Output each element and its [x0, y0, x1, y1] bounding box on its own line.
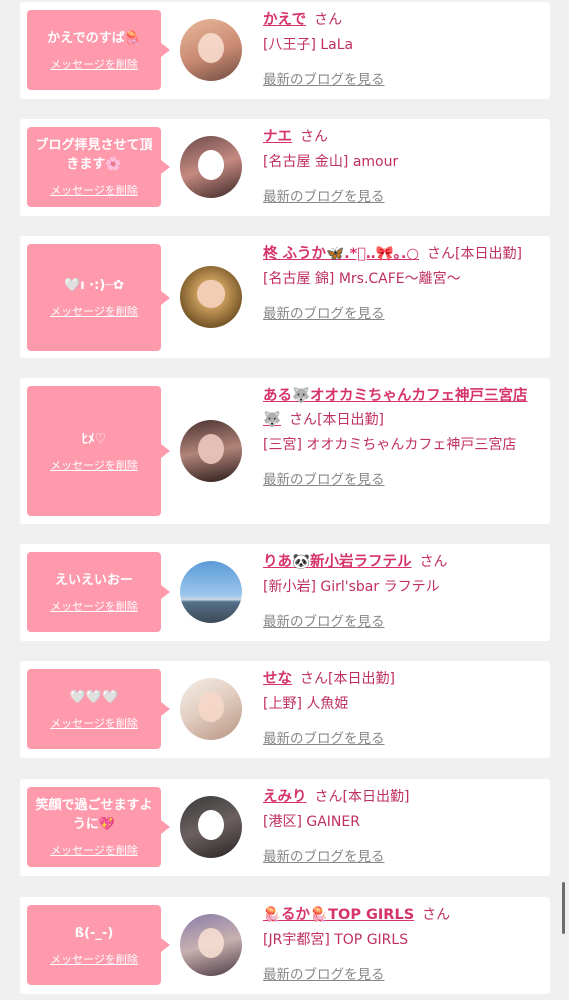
shop-name: [三宮] オオカミちゃんカフェ神戸三宮店: [263, 437, 517, 453]
shop-name: [JR宇都宮] TOP GIRLS: [263, 932, 409, 948]
message-bubble: えいえいおー メッセージを削除: [27, 552, 170, 632]
list-item: ﾋﾒ♡ メッセージを削除 ある🐺オオカミちゃんカフェ神戸三宮店🐺 さん[本日出勤]…: [20, 378, 550, 524]
shop-name: [八王子] LaLa: [263, 37, 354, 53]
message-text: ß(-_-): [74, 925, 114, 941]
shop-name: [名古屋 錦] Mrs.CAFE〜離宮〜: [263, 271, 461, 287]
profile-name-link[interactable]: ナエ: [263, 129, 292, 145]
list-item: 🤍🤍🤍 メッセージを削除 せな さん[本日出勤] [上野] 人魚姫 最新のブログを…: [20, 661, 550, 758]
message-bubble: 🤍🤍🤍 メッセージを削除: [27, 669, 170, 749]
profile-info: 🪼るか🪼TOP GIRLS さん [JR宇都宮] TOP GIRLS 最新のブログ…: [263, 903, 545, 987]
latest-blog-link[interactable]: 最新のブログを見る: [263, 727, 545, 751]
delete-message-link[interactable]: メッセージを削除: [50, 303, 138, 319]
shop-name: [新小岩] Girl'sbar ラフテル: [263, 579, 440, 595]
profile-info: えみり さん[本日出勤] [港区] GAINER 最新のブログを見る: [263, 785, 545, 869]
honorific: さん: [422, 907, 451, 923]
honorific: さん: [289, 412, 318, 428]
attendance-status: [本日出勤]: [455, 246, 522, 262]
attendance-status: [本日出勤]: [317, 412, 384, 428]
profile-info: かえで さん [八王子] LaLa 最新のブログを見る: [263, 8, 545, 92]
avatar[interactable]: [180, 266, 242, 328]
avatar[interactable]: [180, 678, 242, 740]
list-item: 🤍ı ·:)┈✿ メッセージを削除 柊 ふうか🦋.*ﾟ‥🎀｡.○ さん[本日出勤]…: [20, 236, 550, 358]
avatar[interactable]: [180, 561, 242, 623]
list-item: かえでのすば🪼 メッセージを削除 かえで さん [八王子] LaLa 最新のブログ…: [20, 2, 550, 99]
avatar[interactable]: [180, 796, 242, 858]
profile-info: りあ🐼新小岩ラフテル さん [新小岩] Girl'sbar ラフテル 最新のブログ…: [263, 550, 545, 634]
profile-name-link[interactable]: 🪼るか🪼TOP GIRLS: [263, 907, 414, 923]
profile-info: せな さん[本日出勤] [上野] 人魚姫 最新のブログを見る: [263, 667, 545, 751]
message-text: えいえいおー: [54, 572, 133, 588]
avatar-face: [198, 434, 224, 464]
attendance-status: [本日出勤]: [328, 671, 395, 687]
latest-blog-link[interactable]: 最新のブログを見る: [263, 610, 545, 634]
avatar[interactable]: [180, 420, 242, 482]
avatar-face: [198, 150, 224, 180]
delete-message-link[interactable]: メッセージを削除: [50, 598, 138, 614]
latest-blog-link[interactable]: 最新のブログを見る: [263, 963, 545, 987]
message-list: かえでのすば🪼 メッセージを削除 かえで さん [八王子] LaLa 最新のブログ…: [0, 0, 569, 1000]
honorific: さん: [314, 12, 343, 28]
delete-message-link[interactable]: メッセージを削除: [50, 951, 138, 967]
profile-name-link[interactable]: 柊 ふうか🦋.*ﾟ‥🎀｡.○: [263, 246, 419, 262]
list-item: ß(-_-) メッセージを削除 🪼るか🪼TOP GIRLS さん [JR宇都宮] …: [20, 897, 550, 994]
delete-message-link[interactable]: メッセージを削除: [50, 715, 138, 731]
message-bubble: ﾋﾒ♡ メッセージを削除: [27, 386, 170, 516]
profile-name-link[interactable]: せな: [263, 671, 292, 687]
shop-name: [上野] 人魚姫: [263, 696, 349, 712]
message-bubble: 🤍ı ·:)┈✿ メッセージを削除: [27, 244, 170, 351]
avatar-face: [198, 33, 224, 63]
list-item: 笑顔で過ごせますように💖 メッセージを削除 えみり さん[本日出勤] [港区] G…: [20, 779, 550, 876]
delete-message-link[interactable]: メッセージを削除: [50, 457, 138, 473]
shop-name: [港区] GAINER: [263, 814, 360, 830]
profile-info: ある🐺オオカミちゃんカフェ神戸三宮店🐺 さん[本日出勤] [三宮] オオカミちゃん…: [263, 384, 545, 492]
delete-message-link[interactable]: メッセージを削除: [50, 56, 138, 72]
avatar[interactable]: [180, 19, 242, 81]
honorific: さん: [300, 129, 328, 145]
honorific: さん: [419, 554, 448, 570]
message-text: かえでのすば🪼: [47, 30, 141, 46]
avatar-face: [198, 928, 224, 958]
message-bubble: 笑顔で過ごせますように💖 メッセージを削除: [27, 787, 170, 867]
scrollbar[interactable]: [562, 882, 565, 934]
message-bubble: かえでのすば🪼 メッセージを削除: [27, 10, 170, 90]
message-text: 🤍🤍🤍: [69, 689, 119, 705]
latest-blog-link[interactable]: 最新のブログを見る: [263, 845, 545, 869]
profile-info: ナエ さん [名古屋 金山] amour 最新のブログを見る: [263, 125, 545, 209]
shop-name: [名古屋 金山] amour: [263, 154, 399, 170]
honorific: さん: [427, 246, 456, 262]
list-item: えいえいおー メッセージを削除 りあ🐼新小岩ラフテル さん [新小岩] Girl'…: [20, 544, 550, 641]
delete-message-link[interactable]: メッセージを削除: [50, 182, 138, 198]
latest-blog-link[interactable]: 最新のブログを見る: [263, 68, 545, 92]
latest-blog-link[interactable]: 最新のブログを見る: [263, 468, 545, 492]
avatar-face: [198, 810, 224, 840]
profile-info: 柊 ふうか🦋.*ﾟ‥🎀｡.○ さん[本日出勤] [名古屋 錦] Mrs.CAFE〜…: [263, 242, 545, 326]
honorific: さん: [300, 671, 328, 687]
message-text: ﾋﾒ♡: [81, 431, 107, 447]
profile-name-link[interactable]: りあ🐼新小岩ラフテル: [263, 554, 412, 570]
message-bubble: ブログ拝見させて頂きます🌸 メッセージを削除: [27, 127, 170, 207]
message-bubble: ß(-_-) メッセージを削除: [27, 905, 170, 985]
avatar[interactable]: [180, 136, 242, 198]
message-text: 🤍ı ·:)┈✿: [64, 278, 124, 293]
profile-name-link[interactable]: えみり: [263, 789, 307, 805]
honorific: さん: [314, 789, 343, 805]
message-text: 笑顔で過ごせますように💖: [35, 798, 153, 832]
profile-name-link[interactable]: かえで: [263, 12, 306, 28]
avatar[interactable]: [180, 914, 242, 976]
message-text: ブログ拝見させて頂きます🌸: [35, 138, 153, 172]
delete-message-link[interactable]: メッセージを削除: [50, 842, 138, 858]
avatar-face: [198, 692, 224, 722]
latest-blog-link[interactable]: 最新のブログを見る: [263, 185, 545, 209]
attendance-status: [本日出勤]: [342, 789, 410, 805]
list-item: ブログ拝見させて頂きます🌸 メッセージを削除 ナエ さん [名古屋 金山] amo…: [20, 119, 550, 216]
latest-blog-link[interactable]: 最新のブログを見る: [263, 302, 545, 326]
